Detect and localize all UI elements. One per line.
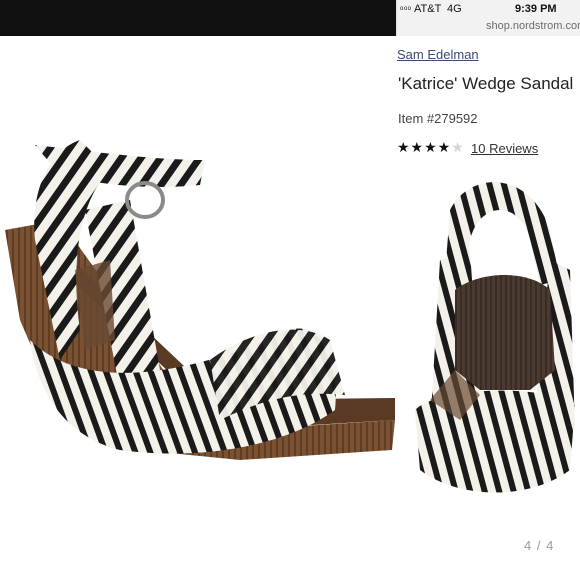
image-pagination: 4 / 4	[524, 538, 555, 553]
top-black-strip	[0, 0, 398, 36]
carrier-label: AT&T	[414, 3, 442, 15]
status-bar: ooo AT&T 4G 9:39 PM shop.nordstrom.com	[396, 0, 580, 36]
wedge-heel-back	[455, 275, 555, 390]
item-number: Item #279592	[398, 111, 478, 126]
clock: 9:39 PM	[515, 3, 557, 15]
signal-icon: ooo	[400, 6, 412, 12]
star-empty-icon: ★	[451, 139, 465, 155]
network-label: 4G	[447, 3, 462, 15]
product-title: 'Katrice' Wedge Sandal	[398, 74, 574, 93]
brand-link[interactable]: Sam Edelman	[397, 47, 479, 62]
product-image-back[interactable]	[410, 170, 580, 520]
url-bar[interactable]: shop.nordstrom.com	[486, 20, 580, 32]
status-row: ooo AT&T 4G 9:39 PM	[397, 2, 580, 18]
reviews-link[interactable]: 10 Reviews	[471, 141, 538, 156]
star-rating: ★★★★★	[397, 139, 465, 156]
buckle	[125, 181, 165, 219]
star-full-icon: ★★★★	[397, 139, 452, 155]
product-image-side[interactable]	[0, 130, 400, 490]
